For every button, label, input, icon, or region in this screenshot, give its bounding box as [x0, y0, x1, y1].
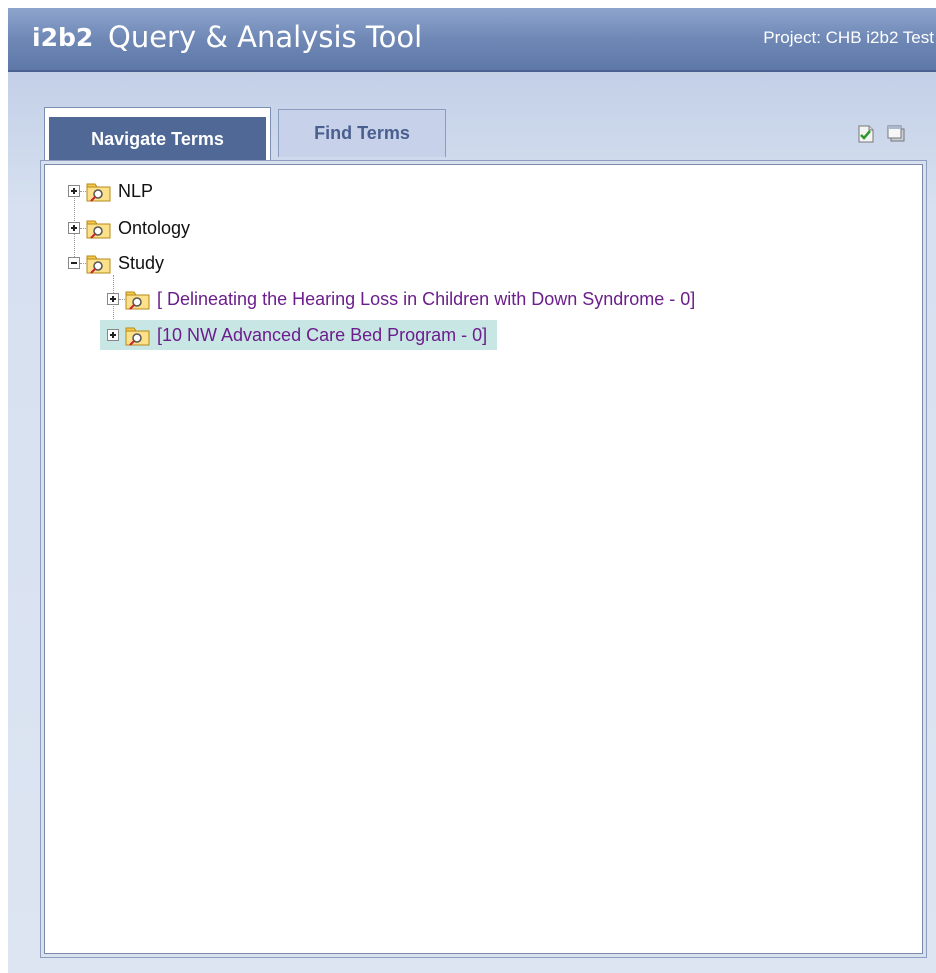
app-window: i2b2 Query & Analysis Tool Project: CHB …	[8, 8, 936, 973]
tab-find-terms[interactable]: Find Terms	[278, 109, 446, 157]
terms-panel: NLP Ontology Study [Delineating the Hea…	[40, 160, 927, 958]
window-icon[interactable]	[886, 124, 906, 144]
tree-node-label: Ontology	[118, 217, 191, 238]
term-tree: NLP Ontology Study [Delineating the Hea…	[44, 164, 923, 954]
document-check-icon[interactable]	[856, 124, 876, 144]
tree-node-nlp[interactable]: NLP	[68, 176, 155, 206]
expand-icon[interactable]	[68, 222, 80, 234]
tree-node-label: Study	[118, 252, 165, 273]
tab-navigate-terms-label: Navigate Terms	[49, 117, 266, 161]
folder-search-icon	[86, 217, 112, 239]
header-bar: i2b2 Query & Analysis Tool Project: CHB …	[8, 8, 936, 72]
folder-search-icon	[86, 252, 112, 274]
expand-icon[interactable]	[68, 185, 80, 197]
tree-node-delineating-hearing-loss[interactable]: [ Delineating the Hearing Loss in Childr…	[107, 284, 697, 314]
panel-toolbar	[856, 124, 906, 144]
tree-node-label: [ Delineating the Hearing Loss in Childr…	[157, 288, 696, 309]
expand-icon[interactable]	[107, 329, 119, 341]
tree-node-label: [10 NW Advanced Care Bed Program - 0]	[157, 324, 488, 345]
collapse-icon[interactable]	[68, 257, 80, 269]
app-title: Query & Analysis Tool	[108, 20, 423, 54]
folder-search-icon	[125, 288, 151, 310]
tree-node-label: NLP	[118, 180, 154, 201]
folder-search-icon	[86, 180, 112, 202]
folder-search-icon	[125, 324, 151, 346]
tree-node-ontology[interactable]: Ontology	[68, 213, 192, 243]
expand-icon[interactable]	[107, 293, 119, 305]
tab-navigate-terms[interactable]: Navigate Terms	[44, 107, 271, 161]
app-logo: i2b2	[32, 23, 94, 52]
tree-node-advanced-care-bed[interactable]: [10 NW Advanced Care Bed Program - 0]	[100, 320, 498, 350]
tree-node-study[interactable]: Study	[68, 248, 166, 278]
project-label: Project: CHB i2b2 Test	[763, 28, 934, 47]
